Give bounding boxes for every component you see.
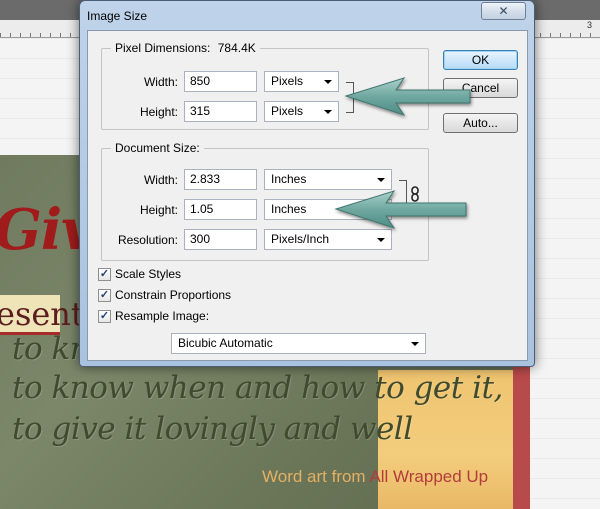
doc-height-input[interactable]: 1.05 — [184, 199, 257, 220]
scale-styles-label: Scale Styles — [115, 267, 182, 281]
doc-width-label: Width: — [143, 173, 178, 187]
scale-styles-checkbox[interactable]: ✓ — [98, 268, 111, 281]
chevron-down-icon — [411, 342, 419, 346]
doc-link-bracket — [399, 180, 407, 210]
art-credit-source: All Wrapped Up — [369, 467, 489, 486]
doc-height-unit-select[interactable]: Inches — [264, 199, 392, 220]
art-credit-prefix: Word art from — [262, 467, 370, 486]
art-text-line: to know when and how to get it, — [12, 370, 503, 406]
resample-image-label: Resample Image: — [115, 309, 210, 323]
chevron-down-icon — [377, 178, 385, 182]
chevron-down-icon — [324, 80, 332, 84]
ruler-number: 3 — [587, 20, 593, 30]
close-button[interactable]: ✕ — [481, 2, 526, 20]
auto-button[interactable]: Auto... — [443, 113, 518, 133]
resolution-unit-select[interactable]: Pixels/Inch — [264, 229, 392, 250]
document-size-legend: Document Size: — [111, 141, 204, 155]
art-text-line: to kn — [12, 331, 90, 367]
doc-height-unit: Inches — [271, 202, 307, 216]
constrain-proportions-checkbox[interactable]: ✓ — [98, 289, 111, 302]
doc-height-label: Height: — [139, 203, 178, 217]
doc-width-unit-select[interactable]: Inches — [264, 169, 392, 190]
pixel-width-label: Width: — [143, 75, 178, 89]
pixel-height-label: Height: — [139, 105, 178, 119]
doc-width-unit: Inches — [271, 172, 307, 186]
pixel-dimensions-size: 784.4K — [217, 41, 256, 55]
chevron-down-icon — [324, 110, 332, 114]
pixel-width-input[interactable]: 850 — [184, 71, 257, 92]
pixel-height-unit-select[interactable]: Pixels — [264, 101, 339, 122]
chain-link-icon-svg — [411, 186, 419, 202]
dialog-title: Image Size — [87, 9, 148, 23]
chevron-down-icon — [377, 238, 385, 242]
resample-image-checkbox[interactable]: ✓ — [98, 310, 111, 323]
image-size-dialog: Image Size ✕ Pixel Dimensions: 784.4K Wi… — [79, 0, 535, 367]
resolution-unit: Pixels/Inch — [271, 232, 330, 246]
art-text-line: to give it lovingly and well — [12, 411, 413, 447]
pixel-dimensions-title: Pixel Dimensions: — [115, 41, 211, 55]
doc-width-input[interactable]: 2.833 — [184, 169, 257, 190]
pixel-width-unit: Pixels — [271, 74, 304, 88]
dialog-titlebar[interactable]: Image Size ✕ — [80, 1, 534, 31]
constrain-proportions-label: Constrain Proportions — [115, 288, 232, 302]
art-banner-word: esent — [0, 295, 84, 333]
cancel-button[interactable]: Cancel — [443, 78, 518, 98]
resolution-input[interactable]: 300 — [184, 229, 257, 250]
ok-button[interactable]: OK — [443, 50, 518, 70]
pixel-height-input[interactable]: 315 — [184, 101, 257, 122]
art-red-strip — [513, 365, 530, 509]
pixel-dimensions-legend: Pixel Dimensions: 784.4K — [111, 41, 260, 55]
pixel-link-bracket — [346, 82, 354, 113]
pixel-dimensions-group: Pixel Dimensions: 784.4K Width: 850 Pixe… — [101, 41, 429, 130]
art-credit: Word art from All Wrapped Up — [262, 467, 488, 487]
chain-link-icon — [410, 186, 420, 205]
resolution-label: Resolution: — [117, 233, 178, 247]
pixel-width-unit-select[interactable]: Pixels — [264, 71, 339, 92]
resample-method-value: Bicubic Automatic — [178, 336, 273, 350]
dialog-body: Pixel Dimensions: 784.4K Width: 850 Pixe… — [87, 30, 528, 361]
resample-method-select[interactable]: Bicubic Automatic — [171, 333, 426, 354]
pixel-height-unit: Pixels — [271, 104, 304, 118]
document-size-group: Document Size: Width: 2.833 Inches Heigh… — [101, 141, 429, 261]
